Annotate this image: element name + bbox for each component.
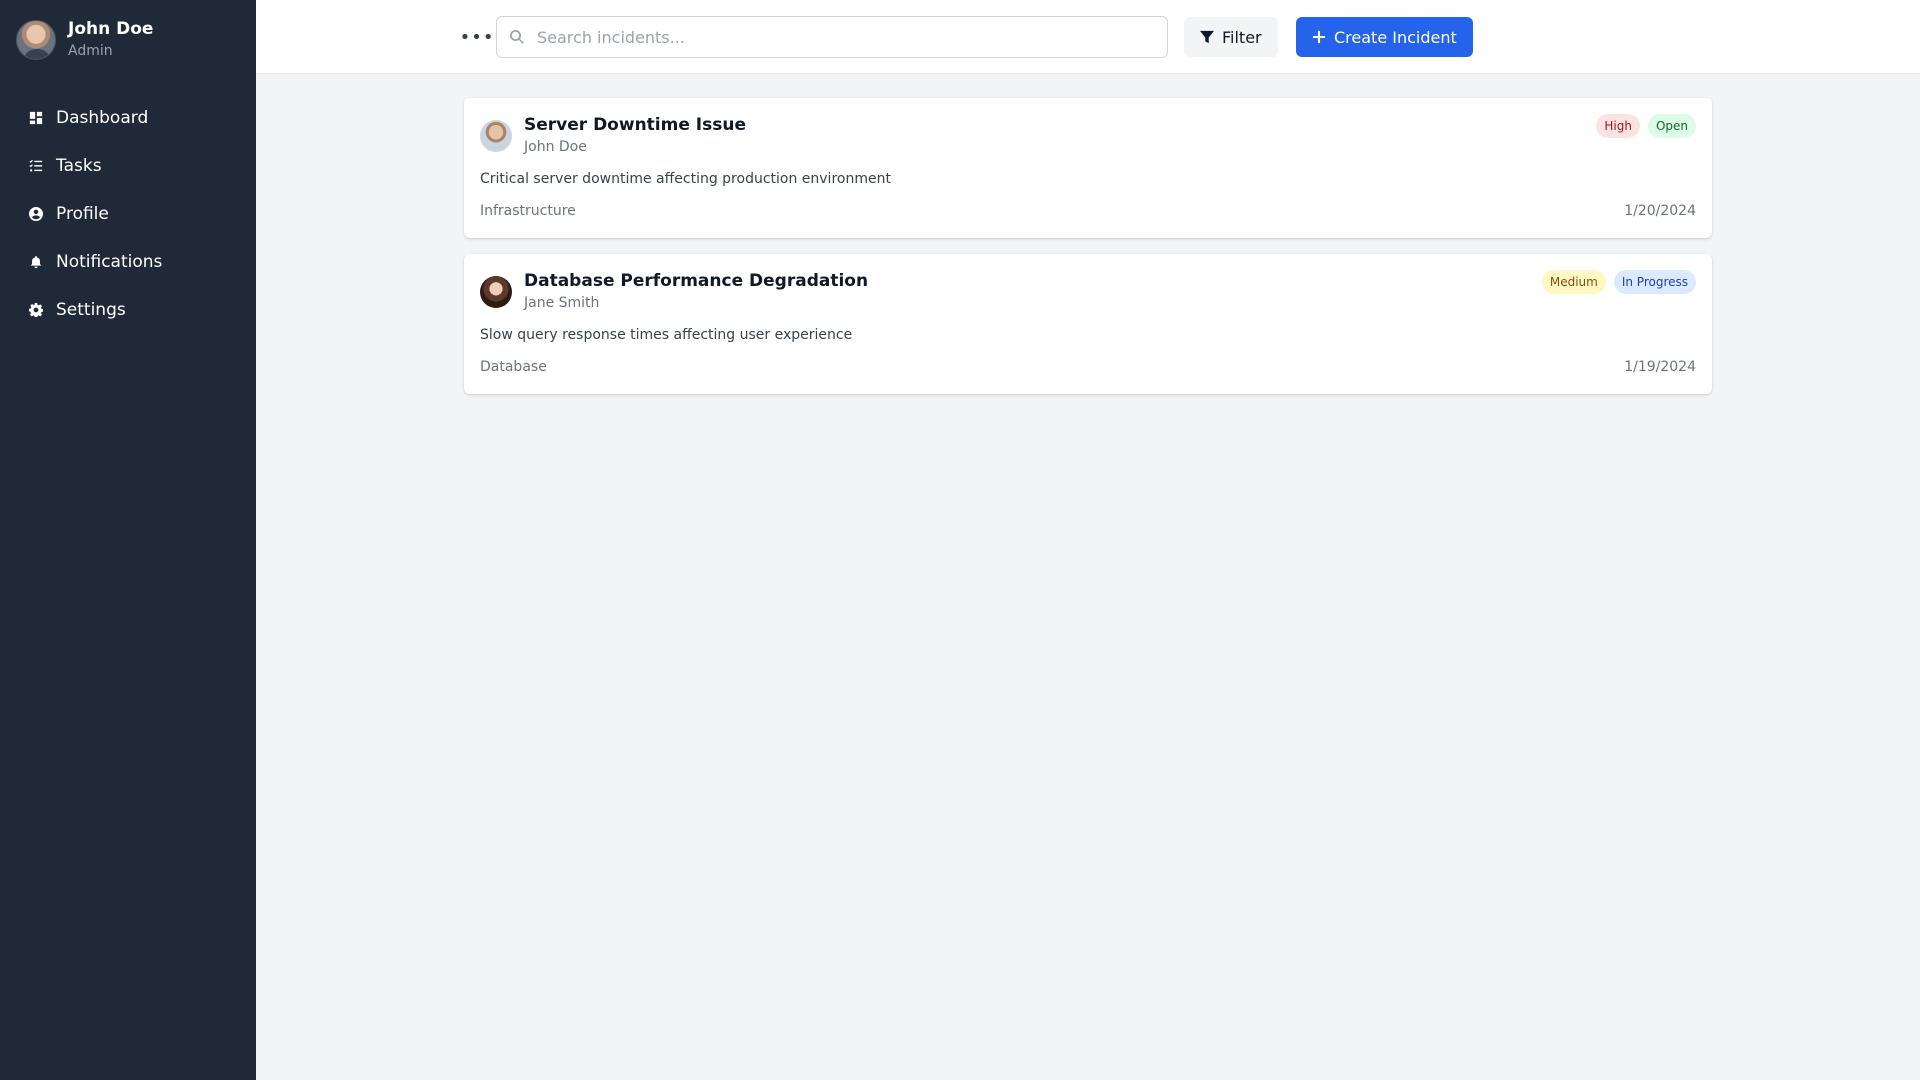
incident-card[interactable]: Server Downtime Issue John Doe High Open… (464, 98, 1712, 238)
sidebar-item-label: Profile (56, 204, 109, 224)
tasks-icon (28, 158, 44, 174)
avatar (480, 276, 512, 308)
search-box (496, 16, 1168, 58)
incident-date: 1/19/2024 (1624, 359, 1696, 375)
user-name: John Doe (68, 19, 154, 39)
search-input[interactable] (537, 27, 1137, 47)
sidebar-item-settings[interactable]: Settings (16, 290, 240, 330)
more-options-button[interactable]: ••• (460, 24, 494, 50)
plus-icon (1312, 30, 1326, 44)
user-role: Admin (68, 43, 113, 59)
incident-category: Infrastructure (480, 203, 576, 219)
incident-description: Critical server downtime affecting produ… (480, 171, 891, 187)
incident-description: Slow query response times affecting user… (480, 327, 853, 343)
status-badge: Open (1647, 114, 1696, 138)
sidebar-item-label: Dashboard (56, 108, 149, 128)
severity-badge: High (1596, 114, 1640, 138)
incident-date: 1/20/2024 (1624, 203, 1696, 219)
sidebar-item-label: Notifications (56, 252, 163, 272)
status-badge: In Progress (1613, 270, 1696, 294)
user-profile[interactable]: John Doe Admin (16, 18, 153, 61)
avatar (16, 19, 56, 60)
search-icon (509, 29, 525, 45)
sidebar: John Doe Admin Dashboard Tasks Profile N… (0, 0, 256, 1080)
create-incident-button[interactable]: Create Incident (1296, 17, 1473, 57)
user-circle-icon (28, 206, 44, 222)
filter-icon (1200, 30, 1214, 44)
create-incident-label: Create Incident (1334, 27, 1457, 47)
dashboard-icon (28, 110, 44, 126)
sidebar-item-tasks[interactable]: Tasks (16, 146, 240, 186)
incident-category: Database (480, 359, 547, 375)
sidebar-item-notifications[interactable]: Notifications (16, 242, 240, 282)
filter-button-label: Filter (1222, 27, 1262, 47)
incident-list: Server Downtime Issue John Doe High Open… (464, 98, 1712, 410)
incident-card[interactable]: Database Performance Degradation Jane Sm… (464, 254, 1712, 394)
incident-author: Jane Smith (524, 295, 600, 311)
sidebar-item-profile[interactable]: Profile (16, 194, 240, 234)
severity-badge: Medium (1541, 270, 1606, 294)
avatar (480, 120, 512, 152)
sidebar-nav: Dashboard Tasks Profile Notifications Se… (16, 98, 240, 338)
bell-icon (28, 254, 44, 270)
top-toolbar: ••• Filter Create Incident (256, 0, 1920, 74)
incident-author: John Doe (524, 139, 587, 155)
filter-button[interactable]: Filter (1184, 17, 1278, 57)
incident-title: Database Performance Degradation (524, 271, 869, 291)
gear-icon (28, 302, 44, 318)
sidebar-item-label: Settings (56, 300, 126, 320)
incident-title: Server Downtime Issue (524, 115, 746, 135)
sidebar-item-dashboard[interactable]: Dashboard (16, 98, 240, 138)
sidebar-item-label: Tasks (56, 156, 102, 176)
